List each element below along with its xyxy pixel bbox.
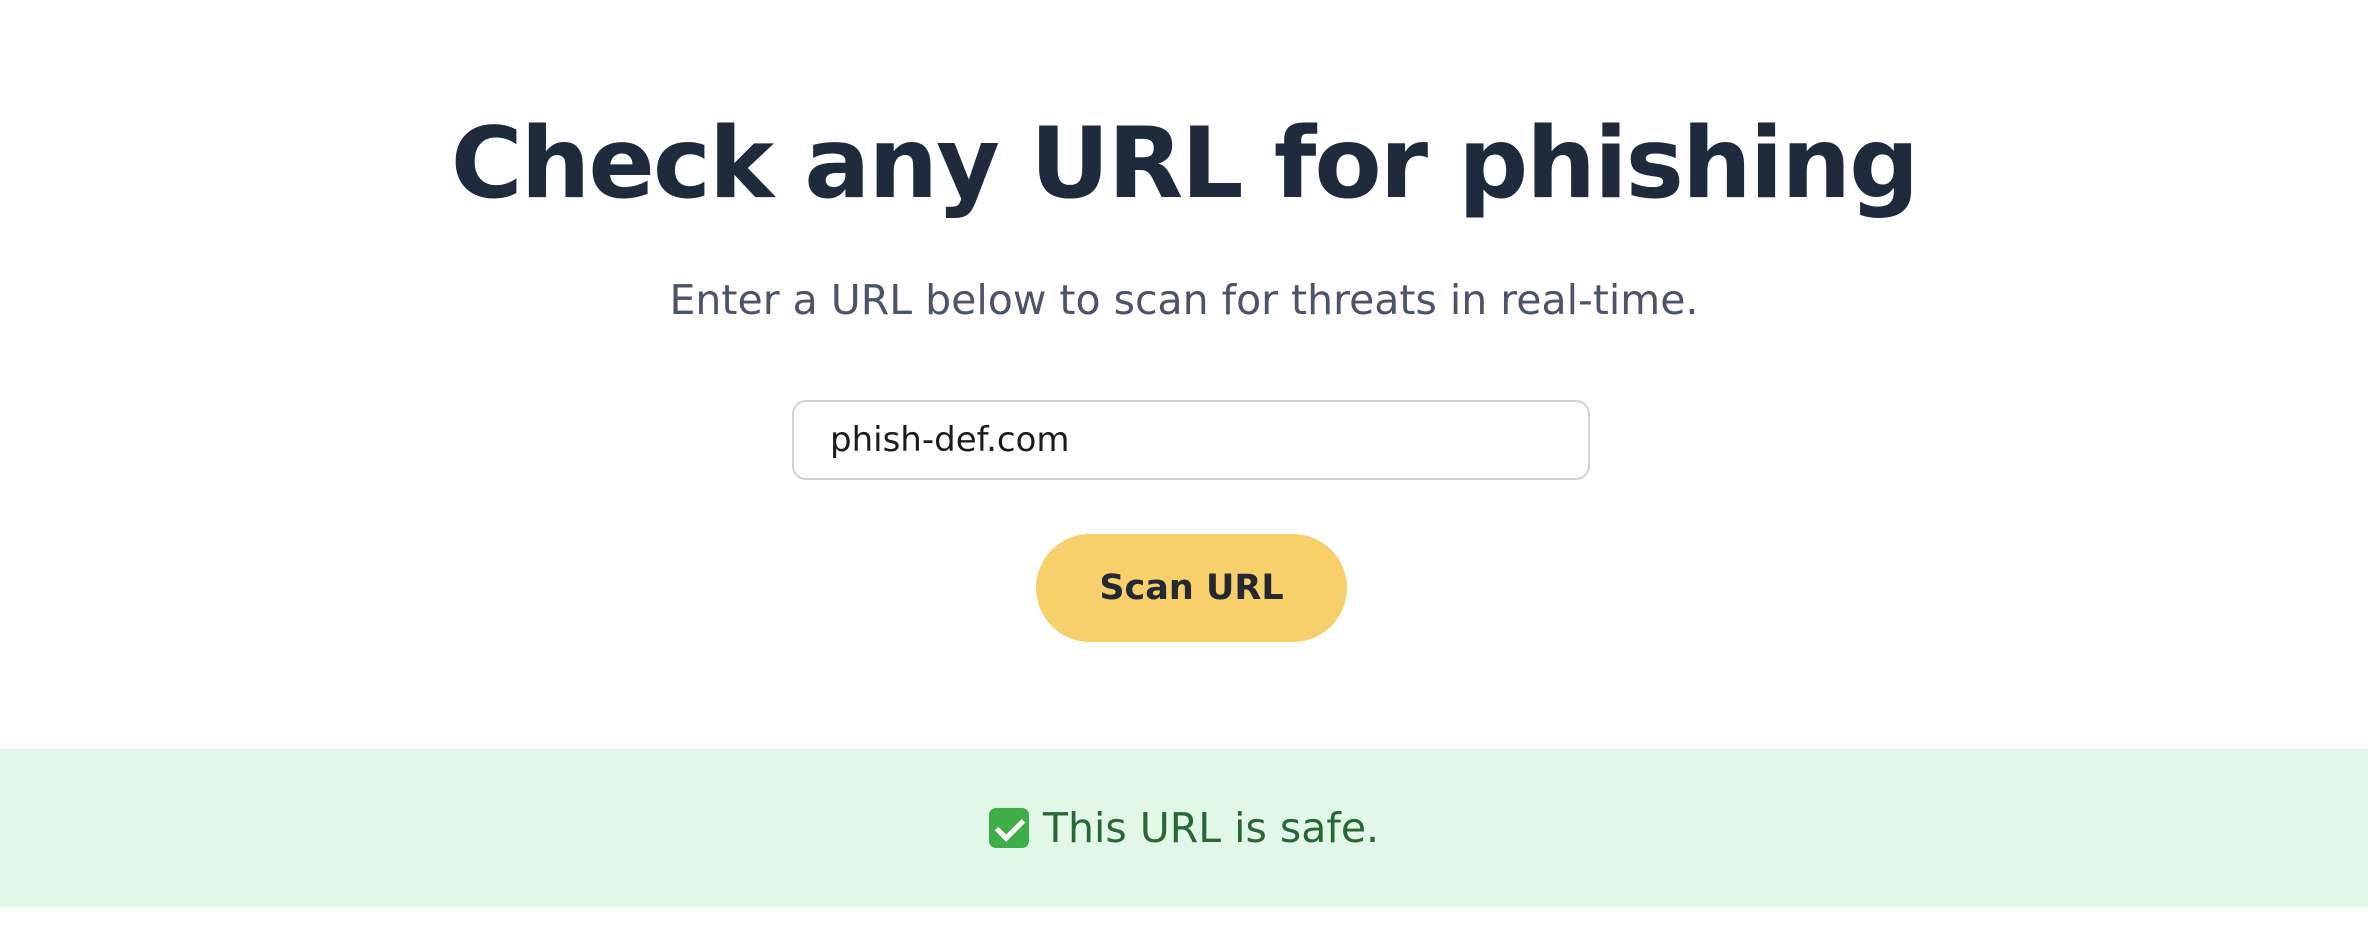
result-banner: This URL is safe. <box>0 749 2368 907</box>
check-mark-icon <box>988 808 1029 848</box>
scan-url-button[interactable]: Scan URL <box>1036 534 1347 642</box>
page-subtitle: Enter a URL below to scan for threats in… <box>669 276 1699 324</box>
hero-section: Check any URL for phishing Enter a URL b… <box>0 0 2368 748</box>
url-input[interactable] <box>792 400 1590 480</box>
page-title: Check any URL for phishing <box>450 107 1920 221</box>
bottom-spacer <box>0 907 2368 930</box>
page: Check any URL for phishing Enter a URL b… <box>0 0 2368 930</box>
result-message: This URL is safe. <box>988 800 1380 856</box>
result-text: This URL is safe. <box>1042 804 1380 852</box>
